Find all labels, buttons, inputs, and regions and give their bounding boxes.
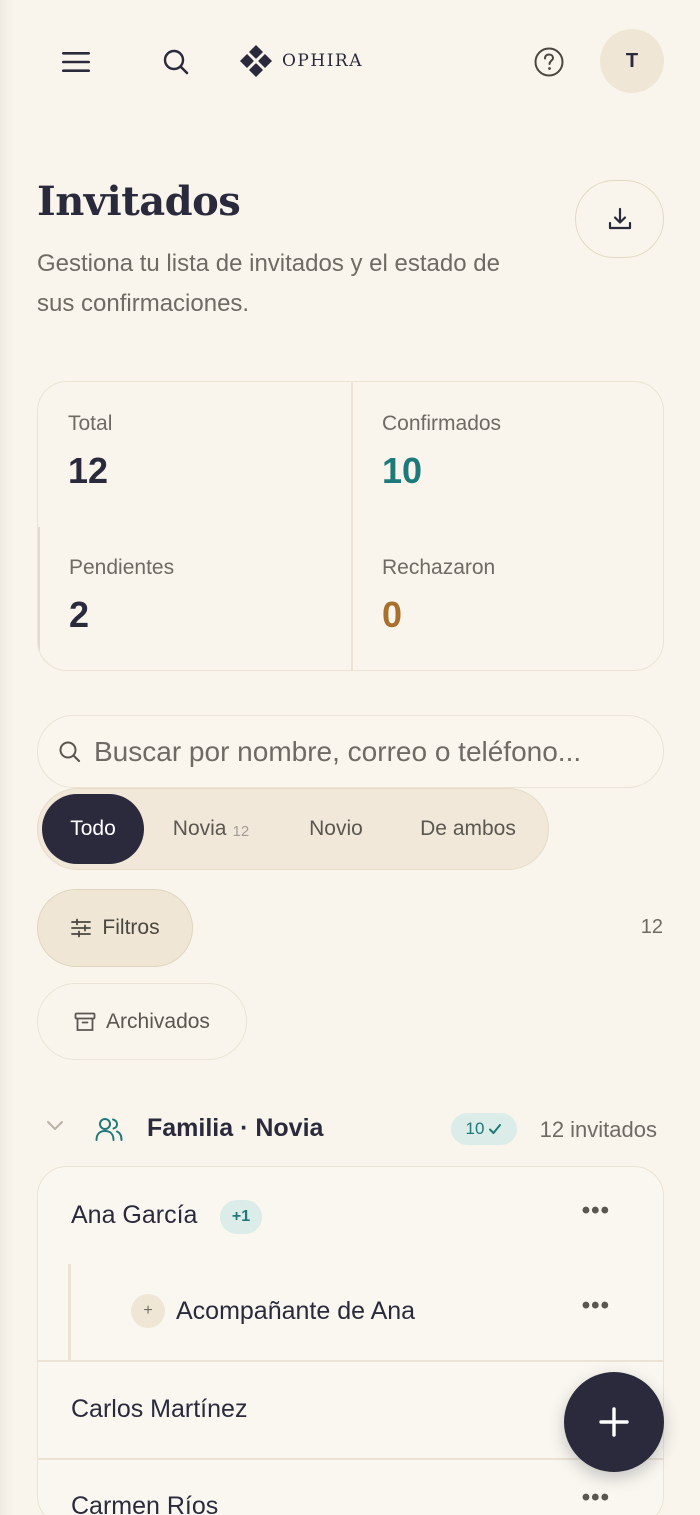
stat-confirmed-value: 10 xyxy=(382,450,423,491)
more-icon[interactable]: ••• xyxy=(582,1197,610,1225)
filters-button[interactable]: Filtros xyxy=(37,889,193,967)
stats-card: Total 12 Confirmados 10 Pendientes 2 Rec… xyxy=(37,381,664,671)
guest-row[interactable]: Ana García +1 ••• xyxy=(38,1167,663,1264)
group-header[interactable]: Familia · Novia 10 12 invitados xyxy=(37,1104,664,1154)
stat-total-value: 12 xyxy=(68,450,109,491)
help-icon xyxy=(534,47,564,77)
stat-rejected: Rechazaron 0 xyxy=(382,556,495,636)
search-button[interactable] xyxy=(152,38,200,86)
menu-icon xyxy=(62,52,90,72)
guest-name: Ana García xyxy=(71,1201,198,1229)
user-avatar[interactable]: T xyxy=(600,29,664,93)
guest-name: Acompañante de Ana xyxy=(176,1297,416,1325)
segment-novia-label: Novia xyxy=(172,817,227,840)
stat-rejected-label: Rechazaron xyxy=(382,556,496,579)
check-icon xyxy=(489,1124,502,1134)
brand-logo-icon xyxy=(240,45,272,77)
stat-confirmed-label: Confirmados xyxy=(382,412,502,435)
brand[interactable]: OPHIRA xyxy=(238,43,363,79)
stat-total-label: Total xyxy=(68,412,113,435)
guest-name: Carmen Ríos xyxy=(71,1492,219,1515)
download-icon xyxy=(608,207,631,230)
segment-todo[interactable]: Todo xyxy=(42,794,144,864)
segment-novia-count: 12 xyxy=(232,822,250,840)
guest-name: Carlos Martínez xyxy=(71,1395,248,1423)
page-title: Invitados xyxy=(37,178,241,225)
guest-list: Ana García +1 ••• + Acompañante de Ana •… xyxy=(37,1166,664,1515)
stat-rejected-value: 0 xyxy=(382,594,403,635)
segment-novia[interactable]: Novia 12 xyxy=(156,794,266,864)
add-guest-button[interactable] xyxy=(564,1372,664,1472)
stat-pending-label: Pendientes xyxy=(69,556,175,579)
segment-novio-label: Novio xyxy=(309,817,363,840)
download-button[interactable] xyxy=(575,180,664,258)
segment-novio[interactable]: Novio xyxy=(288,794,384,864)
plus-one-badge: +1 xyxy=(220,1200,262,1234)
plus-icon xyxy=(599,1407,629,1437)
archived-label: Archivados xyxy=(106,1009,210,1033)
search-field[interactable] xyxy=(37,715,664,788)
side-filter-segmented: Todo Novia 12 Novio De ambos xyxy=(37,788,549,870)
plus-icon: + xyxy=(131,1294,165,1328)
more-icon[interactable]: ••• xyxy=(582,1292,610,1320)
chevron-down-icon[interactable] xyxy=(45,1118,65,1132)
stats-divider xyxy=(351,382,353,670)
companion-row[interactable]: + Acompañante de Ana ••• xyxy=(38,1264,663,1360)
group-confirmed-badge: 10 xyxy=(451,1113,517,1145)
segment-todo-label: Todo xyxy=(70,817,116,840)
search-input[interactable] xyxy=(94,735,634,768)
archive-icon xyxy=(74,1012,96,1031)
avatar-initial: T xyxy=(625,49,639,72)
group-title: Familia · Novia xyxy=(147,1114,324,1142)
stats-left-accent xyxy=(38,527,40,667)
archived-button[interactable]: Archivados xyxy=(37,983,247,1060)
guest-row[interactable]: Carmen Ríos ••• xyxy=(38,1459,663,1515)
sliders-icon xyxy=(71,918,92,938)
stat-confirmed: Confirmados 10 xyxy=(382,412,501,492)
menu-button[interactable] xyxy=(52,38,100,86)
group-guest-count: 12 invitados xyxy=(539,1117,657,1142)
result-count: 12 xyxy=(640,916,663,938)
brand-name: OPHIRA xyxy=(282,51,363,71)
stat-total: Total 12 xyxy=(68,412,112,492)
search-icon xyxy=(59,741,81,762)
users-icon xyxy=(95,1118,123,1141)
segment-de-ambos-label: De ambos xyxy=(420,817,516,840)
help-button[interactable] xyxy=(525,38,573,86)
top-bar: OPHIRA T xyxy=(0,0,700,122)
filters-label: Filtros xyxy=(102,916,160,939)
more-icon[interactable]: ••• xyxy=(582,1484,610,1512)
stat-pending: Pendientes 2 xyxy=(69,556,174,636)
group-confirmed-count: 10 xyxy=(465,1119,485,1138)
stat-pending-value: 2 xyxy=(69,594,90,635)
segment-de-ambos[interactable]: De ambos xyxy=(404,794,532,864)
indent-line xyxy=(68,1264,71,1360)
page-subtitle: Gestiona tu lista de invitados y el esta… xyxy=(37,250,500,317)
left-edge-shade xyxy=(0,0,14,1515)
search-icon xyxy=(163,49,189,75)
